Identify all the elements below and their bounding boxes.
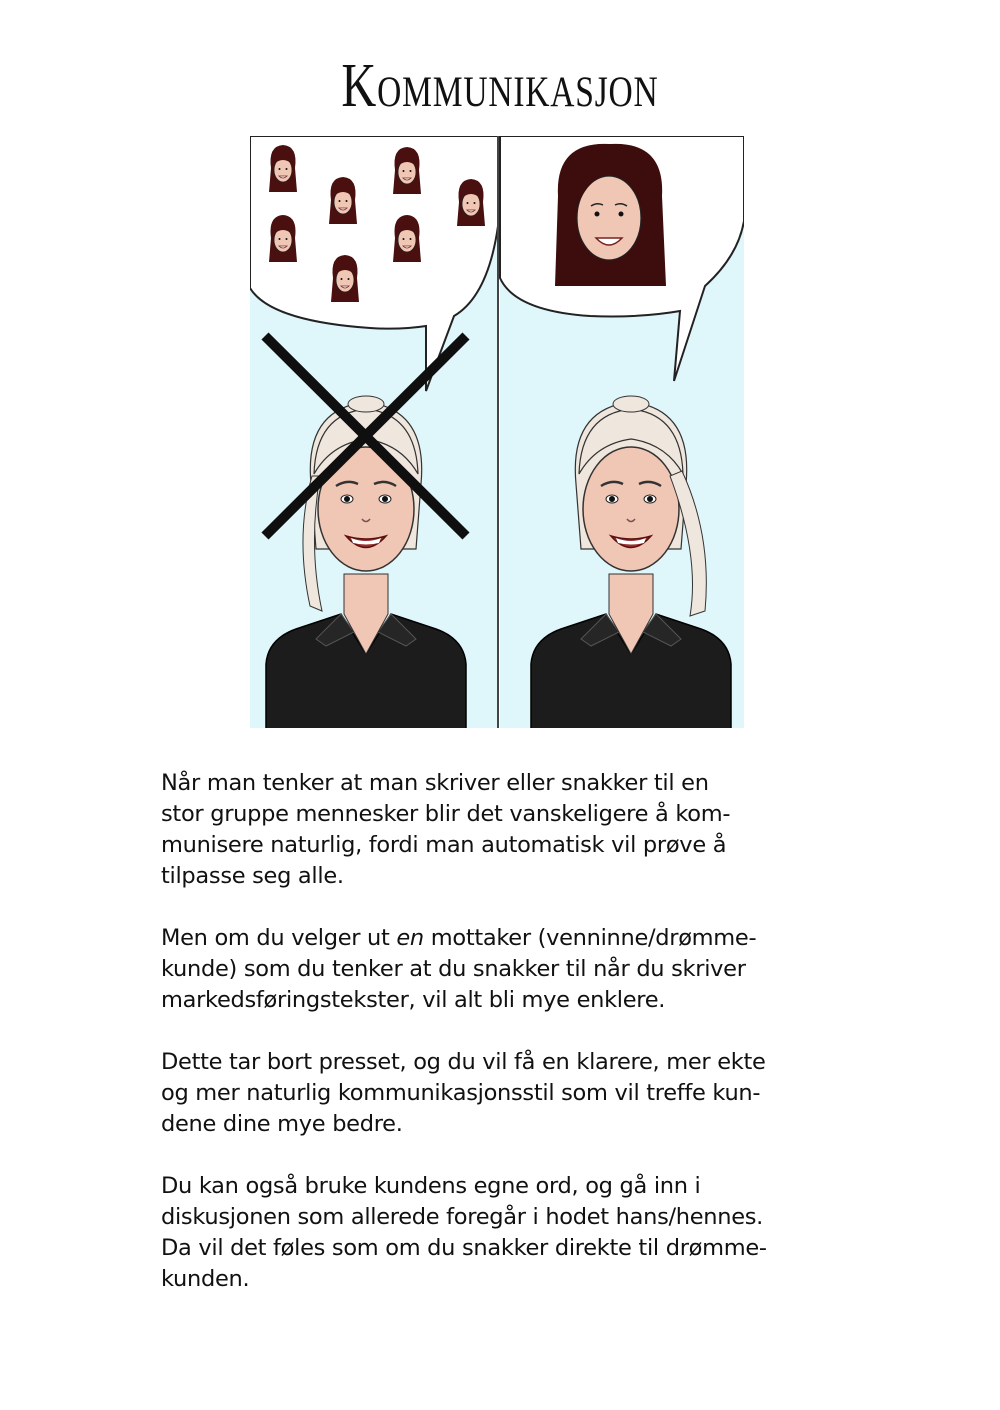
text-line: og mer naturlig kommunikasjonsstil som v… — [161, 1080, 761, 1106]
page-title: Kommunikasjon — [341, 52, 659, 120]
left-panel — [250, 136, 499, 728]
text-line: stor gruppe mennesker blir det vanskelig… — [161, 801, 731, 827]
right-panel — [499, 136, 744, 728]
text-line: tilpasse seg alle. — [161, 863, 344, 889]
comparison-illustration — [250, 136, 744, 728]
text-segment: mottaker (venninne/drømme- — [423, 925, 757, 951]
paragraph-3: Dette tar bort presset, og du vil få en … — [161, 1047, 851, 1140]
paragraph-2: Men om du velger ut en mottaker (venninn… — [161, 923, 851, 1016]
text-line: kunde) som du tenker at du snakker til n… — [161, 956, 746, 982]
text-line: dene dine mye bedre. — [161, 1111, 403, 1137]
text-line: kunden. — [161, 1266, 250, 1292]
dream-customer-face — [555, 143, 666, 286]
paragraph-1: Når man tenker at man skriver eller snak… — [161, 768, 851, 892]
paragraph-4: Du kan også bruke kundens egne ord, og g… — [161, 1171, 851, 1295]
text-line: diskusjonen som allerede foregår i hodet… — [161, 1204, 764, 1230]
text-line: Da vil det føles som om du snakker direk… — [161, 1235, 767, 1261]
text-line: Dette tar bort presset, og du vil få en … — [161, 1049, 766, 1075]
text-segment: Men om du velger ut — [161, 925, 397, 951]
text-line: Du kan også bruke kundens egne ord, og g… — [161, 1173, 701, 1199]
text-line: Men om du velger ut en mottaker (venninn… — [161, 923, 851, 954]
body-text: Når man tenker at man skriver eller snak… — [161, 768, 851, 1326]
emphasis-text: en — [396, 925, 424, 951]
text-line: Når man tenker at man skriver eller snak… — [161, 770, 709, 796]
text-line: munisere naturlig, fordi man automatisk … — [161, 832, 727, 858]
text-line: markedsføringstekster, vil alt bli mye e… — [161, 987, 666, 1013]
